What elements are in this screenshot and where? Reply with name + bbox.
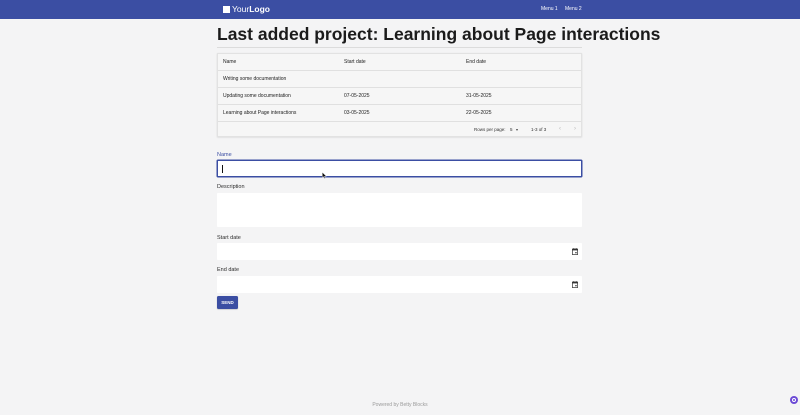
calendar-icon[interactable] [572, 248, 578, 255]
caret-down-icon: ▾ [516, 127, 519, 132]
cell-start-date: 07-05-2025 [344, 93, 370, 99]
cell-name: Writing some documentation [223, 76, 287, 82]
logo-suffix: Logo [249, 4, 270, 14]
text-caret [222, 165, 223, 173]
cell-name: Updating some documentation [223, 93, 291, 99]
name-label: Name [217, 152, 232, 158]
column-header-end-date[interactable]: End date [466, 54, 486, 70]
cell-end-date: 22-05-2025 [466, 110, 492, 116]
description-input[interactable] [217, 193, 582, 227]
menu-item-1[interactable]: Menu 1 [541, 5, 558, 13]
logo[interactable]: YourLogo [223, 4, 270, 15]
projects-table: Name Start date End date Writing some do… [217, 53, 582, 137]
column-header-start-date[interactable]: Start date [344, 54, 366, 70]
cell-end-date: 31-05-2025 [466, 93, 492, 99]
title-divider [217, 47, 582, 48]
table-row[interactable]: Learning about Page interactions 03-05-2… [218, 105, 581, 122]
cell-name: Learning about Page interactions [223, 110, 297, 116]
start-date-label: Start date [217, 235, 241, 241]
table-header-row: Name Start date End date [218, 54, 581, 71]
rows-per-page-value: 5 [510, 127, 513, 132]
chevron-left-icon[interactable]: ‹ [556, 125, 564, 134]
chat-icon [792, 398, 796, 402]
mouse-pointer-icon [322, 172, 327, 179]
column-header-name[interactable]: Name [223, 54, 236, 70]
rows-per-page-label: Rows per page: [474, 127, 506, 132]
powered-by-footer: Powered by Betty Blocks [372, 402, 428, 408]
table-row[interactable]: Updating some documentation 07-05-2025 3… [218, 88, 581, 105]
page-title: Last added project: Learning about Page … [217, 24, 661, 44]
cell-start-date: 03-05-2025 [344, 110, 370, 116]
send-button[interactable]: SEND [217, 296, 238, 309]
logo-mark-icon [223, 6, 230, 13]
app-bar: YourLogo Menu 1 Menu 2 [0, 0, 800, 19]
end-date-label: End date [217, 267, 240, 273]
logo-text: YourLogo [232, 4, 270, 15]
end-date-input[interactable] [217, 276, 582, 293]
pagination-range: 1-3 of 3 [531, 127, 547, 132]
start-date-input[interactable] [217, 243, 582, 260]
menu-item-2[interactable]: Menu 2 [565, 5, 582, 13]
logo-prefix: Your [232, 4, 250, 14]
chat-widget-button[interactable] [790, 396, 798, 404]
calendar-icon[interactable] [572, 281, 578, 288]
description-label: Description [217, 184, 245, 190]
rows-per-page-select[interactable]: 5 ▾ [510, 125, 521, 134]
name-input[interactable] [217, 160, 582, 177]
chevron-right-icon[interactable]: › [571, 125, 579, 134]
table-row[interactable]: Writing some documentation [218, 71, 581, 88]
table-pagination: Rows per page: 5 ▾ 1-3 of 3 ‹ › [218, 122, 581, 137]
